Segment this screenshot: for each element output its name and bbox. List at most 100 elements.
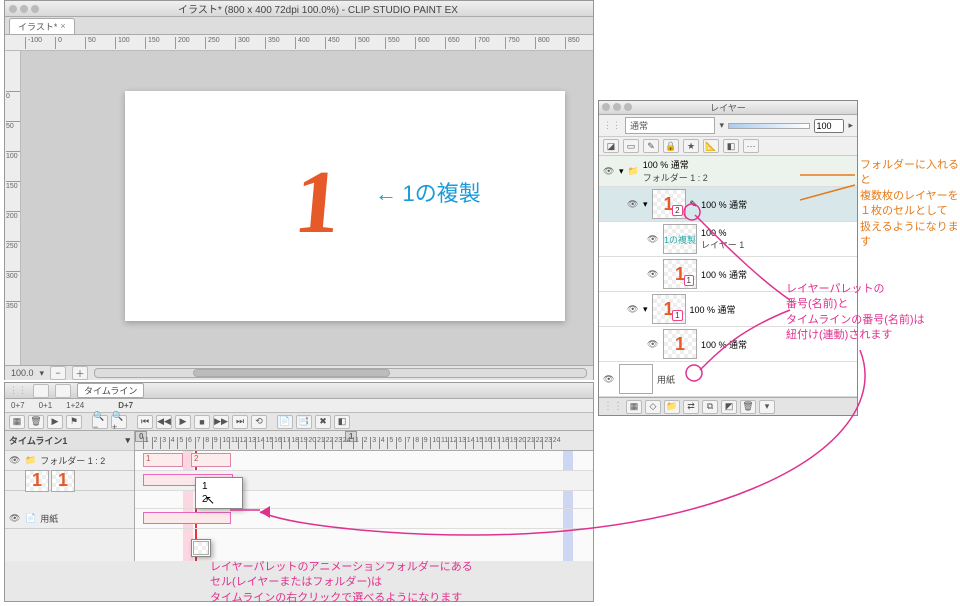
tool-flag-icon[interactable]: ⚑ xyxy=(66,415,82,429)
timeline-track-area[interactable]: 0 1 123456789101112131415161718192021222… xyxy=(135,431,593,561)
first-frame-icon[interactable]: ⏮ xyxy=(137,415,153,429)
doc-tab[interactable]: イラスト* × xyxy=(9,18,75,34)
layer-item-subfolder-2[interactable]: 👁 ▾ 12 ✎ 100 % 通常 xyxy=(599,187,857,222)
tl-tab1[interactable] xyxy=(33,384,49,398)
expand-icon[interactable]: ▾ xyxy=(643,304,648,315)
window-controls[interactable] xyxy=(9,5,39,13)
mask2-icon[interactable]: ◩ xyxy=(721,400,737,414)
visibility-icon[interactable]: 👁 xyxy=(647,339,659,350)
timeline-ruler[interactable]: 0 1 123456789101112131415161718192021222… xyxy=(135,431,593,451)
new-folder-icon[interactable]: 📁 xyxy=(664,400,680,414)
stepper-icon[interactable]: ▸ xyxy=(848,120,853,131)
play-icon[interactable]: ▶ xyxy=(175,415,191,429)
track-folder[interactable]: 1 2 xyxy=(135,451,593,471)
menu-item-1[interactable]: 1 xyxy=(198,480,240,493)
trash-icon[interactable]: 🗑 xyxy=(740,400,756,414)
zoom-plus-icon[interactable]: ＋ xyxy=(72,366,88,380)
layer-paper[interactable]: 👁 用紙 xyxy=(599,362,857,397)
loop-icon[interactable]: ⟲ xyxy=(251,415,267,429)
main-titlebar[interactable]: イラスト* (800 x 400 72dpi 100.0%) - CLIP ST… xyxy=(5,1,593,17)
tool-del-icon[interactable]: 🗑 xyxy=(28,415,44,429)
layer-mode-text: 100 % 通常 xyxy=(701,268,853,281)
zoom-value[interactable]: 100.0 xyxy=(11,368,34,378)
tl-paper-row[interactable]: 👁 📄 用紙 xyxy=(5,509,134,529)
cel-context-menu[interactable]: 1 2 xyxy=(195,477,243,509)
tl-folder-label: フォルダー 1 : 2 xyxy=(40,454,105,467)
cel-add-icon[interactable]: 📄 xyxy=(277,415,293,429)
doc-tab-label: イラスト* xyxy=(18,20,57,33)
timeline-tab[interactable]: タイムライン xyxy=(77,383,144,398)
layer-item-copy[interactable]: 👁 1の複製 100 % レイヤー 1 xyxy=(599,222,857,257)
visibility-icon[interactable]: 👁 xyxy=(9,513,21,524)
lock-icon[interactable]: 🔒 xyxy=(663,139,679,153)
layer-tools-row: ◪ ▭ ✎ 🔒 ★ 📐 ◧ ⋯ xyxy=(599,137,857,156)
visibility-icon[interactable]: 👁 xyxy=(9,455,21,466)
visibility-icon[interactable]: 👁 xyxy=(647,269,659,280)
zoom-out-icon[interactable]: 🔍− xyxy=(92,415,108,429)
new-vector-icon[interactable]: ◇ xyxy=(645,400,661,414)
new-raster-icon[interactable]: ▦ xyxy=(626,400,642,414)
merge-icon[interactable]: ⧉ xyxy=(702,400,718,414)
grip-icon[interactable]: ⋮⋮ xyxy=(603,401,623,412)
visibility-icon[interactable]: 👁 xyxy=(627,199,639,210)
layer-mode-text: 100 % xyxy=(701,228,853,238)
status-bar: 100.0 ▾ − ＋ xyxy=(5,365,593,380)
expand-icon[interactable]: ▾ xyxy=(619,166,624,177)
tool-rec-icon[interactable]: ▶ xyxy=(47,415,63,429)
h-scrollbar[interactable] xyxy=(94,368,587,378)
tl-tab2[interactable] xyxy=(55,384,71,398)
tl-trackname[interactable]: タイムライン1 ▾ xyxy=(5,431,134,451)
zoom-minus-icon[interactable]: − xyxy=(50,366,66,380)
layer-more-icon[interactable]: ▾ xyxy=(759,400,775,414)
layer-palette-title[interactable]: レイヤー xyxy=(599,101,857,115)
grip-icon[interactable]: ⋮⋮ xyxy=(603,120,621,131)
blend-mode[interactable]: 通常 xyxy=(625,117,715,134)
grip-icon[interactable]: ⋮⋮ xyxy=(9,385,27,396)
palette-title-text: レイヤー xyxy=(710,103,746,113)
dropdown-icon[interactable]: ▾ xyxy=(125,435,130,446)
keyframe-1[interactable]: 1 xyxy=(143,453,183,467)
visibility-icon[interactable]: 👁 xyxy=(627,304,639,315)
mask-icon[interactable]: ▭ xyxy=(623,139,639,153)
opacity-input[interactable] xyxy=(814,119,844,133)
fx-icon[interactable]: ★ xyxy=(683,139,699,153)
ruler-icon[interactable]: 📐 xyxy=(703,139,719,153)
layer-footer: ⋮⋮ ▦ ◇ 📁 ⇄ ⧉ ◩ 🗑 ▾ xyxy=(599,397,857,415)
expand-icon[interactable]: ▾ xyxy=(643,199,648,210)
zoom-down-icon[interactable]: ▾ xyxy=(40,368,45,379)
stop-icon[interactable]: ■ xyxy=(194,415,210,429)
cel-dup-icon[interactable]: 📑 xyxy=(296,415,312,429)
tool-new-icon[interactable]: ▦ xyxy=(9,415,25,429)
palette-window-controls[interactable] xyxy=(602,103,632,111)
canvas-area[interactable]: 050100150200250300350 1 ← 1の複製 xyxy=(5,51,593,365)
onion-icon[interactable]: ◧ xyxy=(334,415,350,429)
pen-icon: ✎ xyxy=(690,199,698,210)
cel-thumb-2[interactable]: 1 xyxy=(51,470,75,492)
zoom-in-icon[interactable]: 🔍+ xyxy=(111,415,127,429)
tl-info-2: 1+24 xyxy=(66,401,84,410)
prev-frame-icon[interactable]: ◀◀ xyxy=(156,415,172,429)
last-frame-icon[interactable]: ⏭ xyxy=(232,415,248,429)
layer-name-text: 用紙 xyxy=(657,373,853,386)
keyframe-2[interactable]: 2 xyxy=(191,453,231,467)
timeline-header: ⋮⋮ タイムライン xyxy=(5,383,593,399)
transfer-icon[interactable]: ⇄ xyxy=(683,400,699,414)
close-icon[interactable]: × xyxy=(60,21,65,31)
layer-thumb: 1の複製 xyxy=(663,224,697,254)
visibility-icon[interactable]: 👁 xyxy=(647,234,659,245)
color-icon[interactable]: ◧ xyxy=(723,139,739,153)
next-frame-icon[interactable]: ▶▶ xyxy=(213,415,229,429)
layer-folder[interactable]: 👁 ▾ 📁 100 % 通常 フォルダー 1 : 2 xyxy=(599,156,857,187)
ref-icon[interactable]: ✎ xyxy=(643,139,659,153)
clip-icon[interactable]: ◪ xyxy=(603,139,619,153)
artboard[interactable]: 1 ← 1の複製 xyxy=(125,91,565,321)
annotation-folder-note: フォルダーに入れると 複数枚のレイヤーを １枚のセルとして 扱えるようになります xyxy=(860,158,960,250)
cel-thumb-1[interactable]: 1 xyxy=(25,470,49,492)
dropdown-icon[interactable]: ▾ xyxy=(719,120,724,131)
more-icon[interactable]: ⋯ xyxy=(743,139,759,153)
visibility-icon[interactable]: 👁 xyxy=(603,374,615,385)
visibility-icon[interactable]: 👁 xyxy=(603,166,615,177)
cel-del-icon[interactable]: ✖ xyxy=(315,415,331,429)
tl-folder-row[interactable]: 👁 📁 フォルダー 1 : 2 xyxy=(5,451,134,471)
track-paper[interactable] xyxy=(135,509,593,529)
